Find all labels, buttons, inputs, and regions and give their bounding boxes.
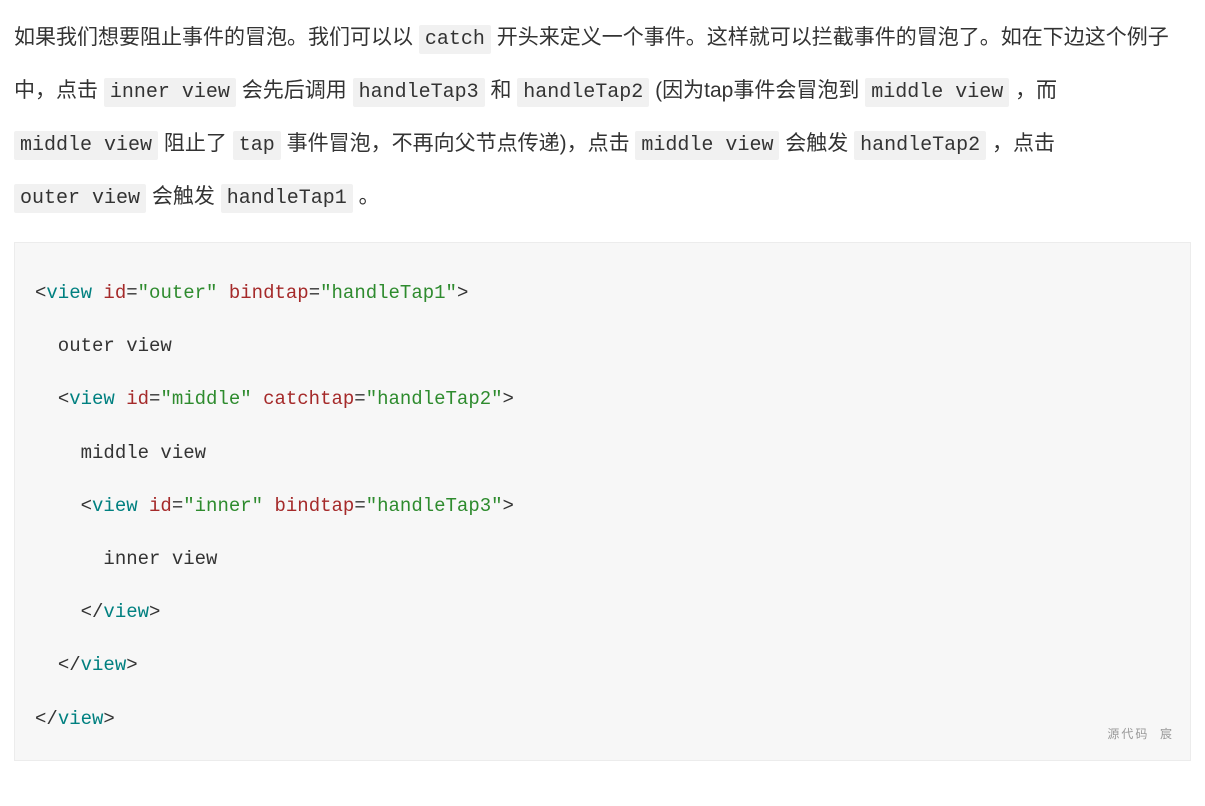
code-attr: id bbox=[149, 495, 172, 517]
code-punct: > bbox=[149, 601, 160, 623]
code-attr: bindtap bbox=[274, 495, 354, 517]
code-line-1: <view id="outer" bindtap="handleTap1"> bbox=[35, 282, 468, 304]
para-text: 阻止了 bbox=[164, 132, 227, 155]
code-eq: = bbox=[354, 388, 365, 410]
code-punct: > bbox=[103, 708, 114, 730]
inline-code-handletap2: handleTap2 bbox=[854, 131, 986, 160]
code-punct: </ bbox=[58, 654, 81, 676]
code-line-2: outer view bbox=[35, 335, 172, 357]
code-punct: </ bbox=[35, 708, 58, 730]
code-block: <view id="outer" bindtap="handleTap1"> o… bbox=[14, 242, 1191, 761]
para-text: (因为tap事件会冒泡到 bbox=[655, 79, 859, 102]
para-text: 和 bbox=[490, 79, 511, 102]
code-punct: > bbox=[457, 282, 468, 304]
code-attr: id bbox=[126, 388, 149, 410]
code-line-8: </view> bbox=[35, 654, 138, 676]
code-punct: > bbox=[503, 495, 514, 517]
code-eq: = bbox=[309, 282, 320, 304]
code-val: "handleTap3" bbox=[366, 495, 503, 517]
code-line-9: </view> bbox=[35, 708, 115, 730]
code-line-6: inner view bbox=[35, 548, 217, 570]
code-indent bbox=[35, 495, 81, 517]
code-tag: view bbox=[46, 282, 92, 304]
code-space bbox=[252, 388, 263, 410]
inline-code-catch: catch bbox=[419, 25, 491, 54]
para-text: 。 bbox=[359, 185, 380, 208]
watermark: 源代码 宸 bbox=[1107, 718, 1174, 752]
code-line-3: <view id="middle" catchtap="handleTap2"> bbox=[35, 388, 514, 410]
inline-code-handletap1: handleTap1 bbox=[221, 184, 353, 213]
code-attr: bindtap bbox=[229, 282, 309, 304]
code-line-7: </view> bbox=[35, 601, 160, 623]
inline-code-outer-view: outer view bbox=[14, 184, 146, 213]
code-indent bbox=[35, 654, 58, 676]
code-punct: </ bbox=[81, 601, 104, 623]
code-val: "handleTap1" bbox=[320, 282, 457, 304]
explanation-paragraph: 如果我们想要阻止事件的冒泡。我们可以以 catch 开头来定义一个事件。这样就可… bbox=[14, 12, 1191, 224]
code-tag: view bbox=[58, 708, 104, 730]
inline-code-middle-view: middle view bbox=[865, 78, 1009, 107]
code-punct: < bbox=[81, 495, 92, 517]
code-line-5: <view id="inner" bindtap="handleTap3"> bbox=[35, 495, 514, 517]
inline-code-inner-view: inner view bbox=[104, 78, 236, 107]
code-indent bbox=[35, 601, 81, 623]
code-space bbox=[115, 388, 126, 410]
code-val: "inner" bbox=[183, 495, 263, 517]
code-val: "outer" bbox=[138, 282, 218, 304]
code-indent bbox=[35, 388, 58, 410]
code-eq: = bbox=[126, 282, 137, 304]
code-tag: view bbox=[92, 495, 138, 517]
code-attr: id bbox=[103, 282, 126, 304]
code-val: "middle" bbox=[160, 388, 251, 410]
code-eq: = bbox=[354, 495, 365, 517]
para-text: 如果我们想要阻止事件的冒泡。我们可以以 bbox=[14, 26, 413, 49]
code-tag: view bbox=[69, 388, 115, 410]
para-text: ，点击 bbox=[992, 132, 1055, 155]
code-eq: = bbox=[172, 495, 183, 517]
code-line-4: middle view bbox=[35, 442, 206, 464]
code-tag: view bbox=[81, 654, 127, 676]
para-text: ，而 bbox=[1015, 79, 1057, 102]
inline-code-handletap3: handleTap3 bbox=[353, 78, 485, 107]
para-text: 事件冒泡，不再向父节点传递)，点击 bbox=[287, 132, 630, 155]
code-val: "handleTap2" bbox=[366, 388, 503, 410]
code-attr: catchtap bbox=[263, 388, 354, 410]
code-space bbox=[92, 282, 103, 304]
code-space bbox=[263, 495, 274, 517]
code-eq: = bbox=[149, 388, 160, 410]
inline-code-middle-view: middle view bbox=[14, 131, 158, 160]
code-space bbox=[217, 282, 228, 304]
code-punct: > bbox=[503, 388, 514, 410]
para-text: 会触发 bbox=[785, 132, 848, 155]
code-space bbox=[138, 495, 149, 517]
code-punct: < bbox=[58, 388, 69, 410]
inline-code-tap: tap bbox=[233, 131, 281, 160]
para-text: 会触发 bbox=[152, 185, 215, 208]
inline-code-handletap2: handleTap2 bbox=[517, 78, 649, 107]
code-tag: view bbox=[103, 601, 149, 623]
para-text: 会先后调用 bbox=[242, 79, 347, 102]
inline-code-middle-view: middle view bbox=[635, 131, 779, 160]
code-punct: > bbox=[126, 654, 137, 676]
code-punct: < bbox=[35, 282, 46, 304]
